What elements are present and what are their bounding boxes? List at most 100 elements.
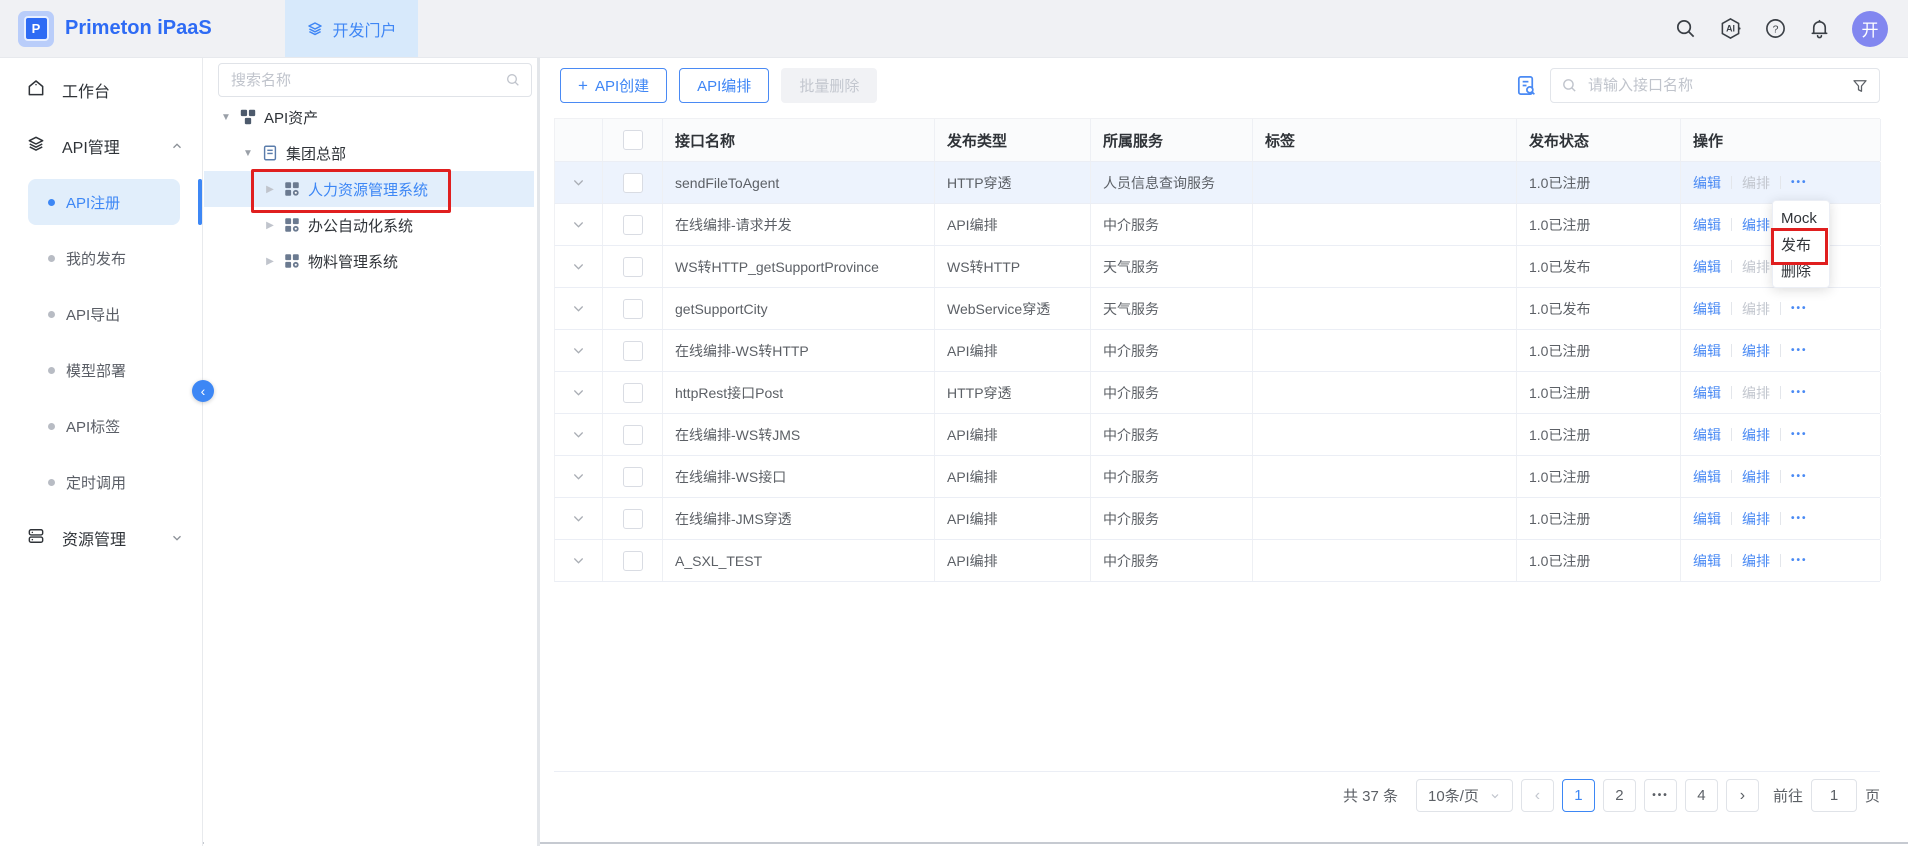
row-checkbox[interactable] [623,551,643,571]
tree-expand-arrow[interactable]: ▼ [220,112,232,123]
orchestrate-link[interactable]: 编排 [1742,341,1770,361]
ai-assistant-icon[interactable]: AI [1718,16,1743,41]
tree-node-group-hq[interactable]: ▼集团总部 [204,135,534,171]
user-avatar[interactable]: 开 [1852,11,1888,47]
table-row[interactable]: 在线编排-WS转JMSAPI编排中介服务1.0已注册编辑编排••• [554,414,1880,456]
tree-node-oa-system[interactable]: ▶办公自动化系统 [204,207,534,243]
sidebar-item-api-management[interactable]: API管理 [0,118,202,174]
row-expand-chevron[interactable] [572,554,585,567]
table-row[interactable]: 在线编排-请求并发API编排中介服务1.0已注册编辑编排••• [554,204,1880,246]
row-checkbox[interactable] [623,257,643,277]
table-row[interactable]: getSupportCityWebService穿透天气服务1.0已发布编辑编排… [554,288,1880,330]
row-checkbox[interactable] [623,341,643,361]
select-all-checkbox[interactable] [623,130,643,150]
edit-link[interactable]: 编辑 [1693,173,1721,193]
orchestrate-link[interactable]: 编排 [1742,425,1770,445]
edit-link[interactable]: 编辑 [1693,299,1721,319]
row-checkbox[interactable] [623,383,643,403]
row-checkbox[interactable] [623,299,643,319]
sidebar-collapse-toggle[interactable]: ‹ [192,380,214,402]
edit-link[interactable]: 编辑 [1693,257,1721,277]
row-expand-chevron[interactable] [572,176,585,189]
sidebar-item-scheduled-call[interactable]: 定时调用 [0,454,202,510]
more-ellipsis-icon[interactable]: ••• [1791,429,1808,440]
row-expand-chevron[interactable] [572,218,585,231]
table-row[interactable]: WS转HTTP_getSupportProvinceWS转HTTP天气服务1.0… [554,246,1880,288]
table-row[interactable]: httpRest接口PostHTTP穿透中介服务1.0已注册编辑编排••• [554,372,1880,414]
table-row[interactable]: 在线编排-WS转HTTPAPI编排中介服务1.0已注册编辑编排••• [554,330,1880,372]
document-search-icon[interactable] [1515,74,1538,97]
api-create-button[interactable]: + API创建 [560,68,667,103]
sidebar-item-api-tags[interactable]: API标签 [0,398,202,454]
sidebar-item-resource-management[interactable]: 资源管理 [0,510,202,566]
tab-dev-portal[interactable]: 开发门户 [285,0,418,57]
row-expand-chevron[interactable] [572,260,585,273]
page-button-1[interactable]: 1 [1562,779,1595,812]
table-row[interactable]: 在线编排-WS接口API编排中介服务1.0已注册编辑编排••• [554,456,1880,498]
row-expand-chevron[interactable] [572,428,585,441]
annotation-box-publish [1771,228,1828,265]
more-ellipsis-icon[interactable]: ••• [1791,177,1808,188]
tree-node-hr-system[interactable]: ▶人力资源管理系统 [204,171,534,207]
row-expand-chevron[interactable] [572,512,585,525]
edit-link[interactable]: 编辑 [1693,341,1721,361]
app-header: P Primeton iPaaS 开发门户 AI ? 开 [0,0,1908,58]
orchestrate-link[interactable]: 编排 [1742,551,1770,571]
next-page-button[interactable]: › [1726,779,1759,812]
row-checkbox[interactable] [623,425,643,445]
page-button-4[interactable]: 4 [1685,779,1718,812]
row-checkbox[interactable] [623,215,643,235]
goto-page-input[interactable] [1811,779,1857,812]
edit-link[interactable]: 编辑 [1693,509,1721,529]
more-ellipsis-icon[interactable]: ••• [1791,513,1808,524]
edit-link[interactable]: 编辑 [1693,425,1721,445]
more-ellipsis-icon[interactable]: ••• [1791,471,1808,482]
row-expand-chevron[interactable] [572,386,585,399]
api-search-input[interactable] [1586,76,1843,95]
orchestrate-link[interactable]: 编排 [1742,215,1770,235]
tree-expand-arrow[interactable]: ▶ [264,256,276,267]
page-size-select[interactable]: 10条/页 [1416,779,1513,812]
notification-bell-icon[interactable] [1808,17,1831,40]
page-button-2[interactable]: 2 [1603,779,1636,812]
row-expand-chevron[interactable] [572,344,585,357]
page-ellipsis[interactable]: ••• [1644,779,1677,812]
row-checkbox[interactable] [623,173,643,193]
more-ellipsis-icon[interactable]: ••• [1791,345,1808,356]
actions-cell: 编辑编排••• [1681,162,1881,203]
more-ellipsis-icon[interactable]: ••• [1791,387,1808,398]
goto-page: 前往 页 [1773,779,1880,812]
more-ellipsis-icon[interactable]: ••• [1791,555,1808,566]
help-icon[interactable]: ? [1764,17,1787,40]
table-row[interactable]: sendFileToAgentHTTP穿透人员信息查询服务1.0已注册编辑编排•… [554,162,1880,204]
tree-expand-arrow[interactable]: ▶ [264,184,276,195]
service-cell: 天气服务 [1091,288,1253,329]
edit-link[interactable]: 编辑 [1693,383,1721,403]
sidebar-item-my-publish[interactable]: 我的发布 [0,230,202,286]
tree-search-input[interactable] [229,71,505,90]
row-expand-chevron[interactable] [572,302,585,315]
sidebar-item-model-deploy[interactable]: 模型部署 [0,342,202,398]
edit-link[interactable]: 编辑 [1693,215,1721,235]
api-orchestrate-button[interactable]: API编排 [679,68,769,103]
sidebar-item-api-export[interactable]: API导出 [0,286,202,342]
table-row[interactable]: 在线编排-JMS穿透API编排中介服务1.0已注册编辑编排••• [554,498,1880,540]
table-row[interactable]: A_SXL_TESTAPI编排中介服务1.0已注册编辑编排••• [554,540,1880,582]
search-icon[interactable] [1674,17,1697,40]
sidebar-item-workbench[interactable]: 工作台 [0,62,202,118]
edit-link[interactable]: 编辑 [1693,551,1721,571]
tree-expand-arrow[interactable]: ▼ [242,148,254,159]
row-expand-chevron[interactable] [572,470,585,483]
sidebar-item-api-register[interactable]: API注册 [0,174,202,230]
tree-node-material-system[interactable]: ▶物料管理系统 [204,243,534,279]
more-ellipsis-icon[interactable]: ••• [1791,303,1808,314]
tree-expand-arrow[interactable]: ▶ [264,220,276,231]
orchestrate-link[interactable]: 编排 [1742,467,1770,487]
filter-funnel-icon[interactable] [1851,77,1869,95]
orchestrate-link[interactable]: 编排 [1742,509,1770,529]
row-checkbox[interactable] [623,509,643,529]
tree-node-api-assets[interactable]: ▼API资产 [204,99,534,135]
edit-link[interactable]: 编辑 [1693,467,1721,487]
expand-column-header [555,119,603,161]
row-checkbox[interactable] [623,467,643,487]
